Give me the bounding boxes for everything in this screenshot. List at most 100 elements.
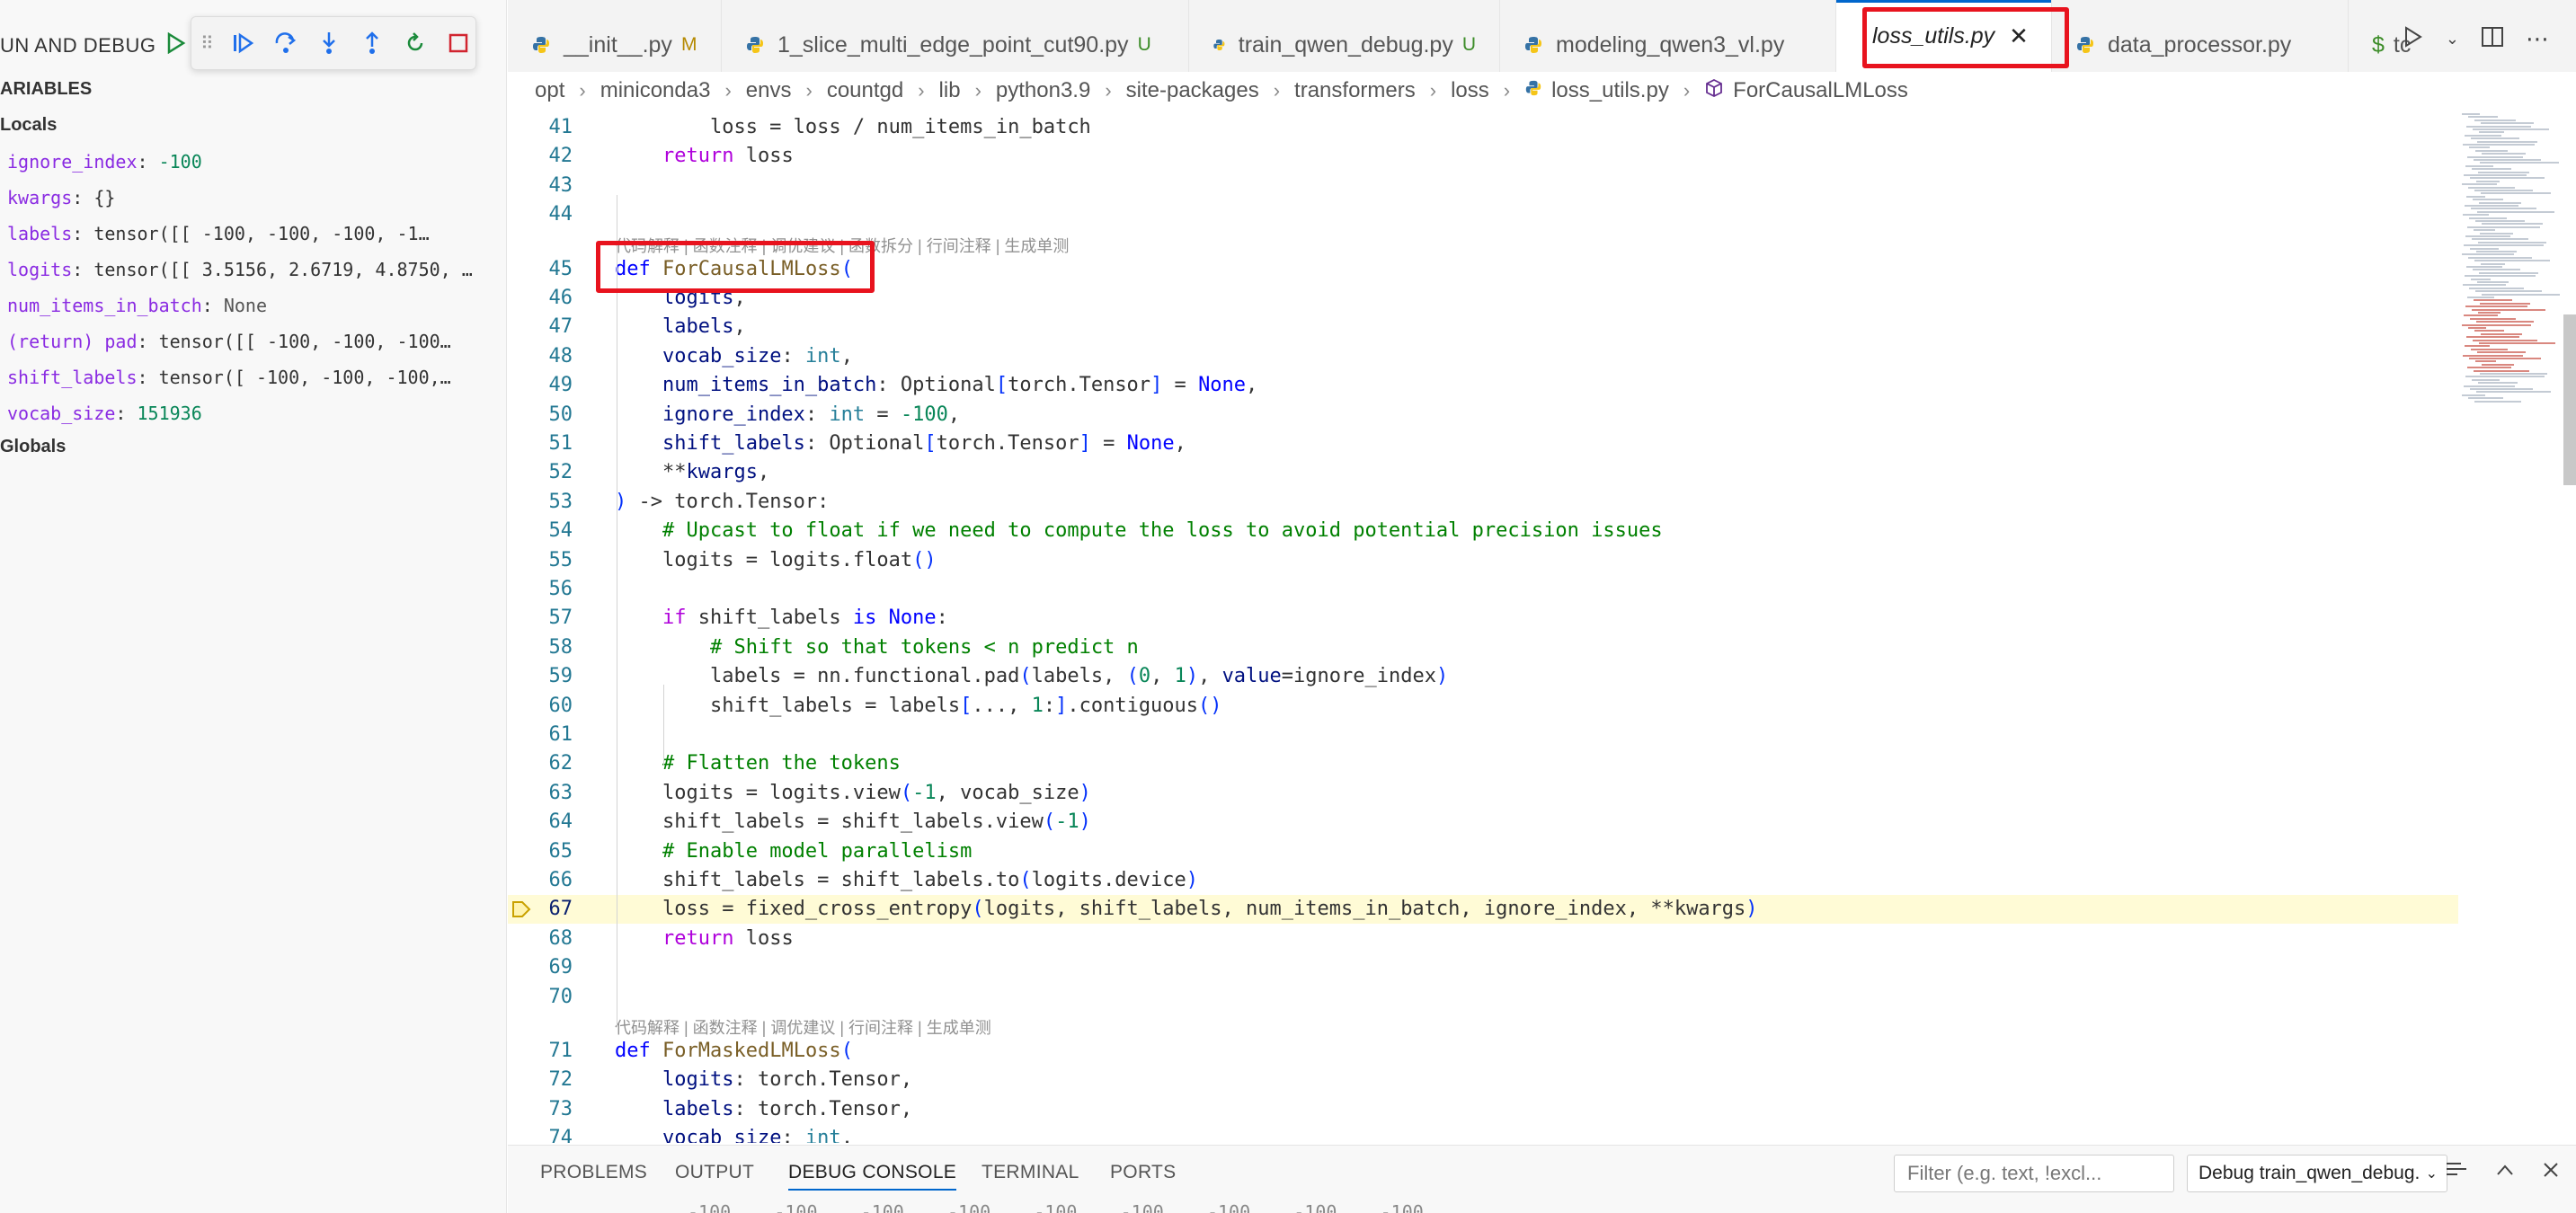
minimap-line [2480, 302, 2530, 305]
code-line[interactable]: 70 [508, 983, 2458, 1012]
continue-icon[interactable] [227, 28, 258, 58]
code-line[interactable]: 73 labels: torch.Tensor, [508, 1095, 2458, 1124]
line-number: 65 [548, 839, 573, 863]
breadcrumb-item[interactable]: miniconda3 [600, 78, 711, 103]
tab-output[interactable]: OUTPUT [675, 1162, 754, 1183]
code-line[interactable]: 66 shift_labels = shift_labels.to(logits… [508, 866, 2458, 895]
code-line[interactable]: 72 logits: torch.Tensor, [508, 1066, 2458, 1094]
variable-row[interactable]: num_items_in_batch: None [7, 295, 502, 316]
code-line[interactable]: 60 shift_labels = labels[..., 1:].contig… [508, 692, 2458, 721]
variable-row[interactable]: vocab_size: 151936 [7, 403, 502, 424]
code-text: loss = fixed_cross_entropy(logits, shift… [615, 898, 1758, 921]
globals-scope[interactable]: Globals [0, 437, 66, 457]
code-line[interactable]: 56 [508, 575, 2458, 604]
variable-row[interactable]: ignore_index: -100 [7, 151, 502, 173]
execution-pointer-icon[interactable] [511, 899, 532, 925]
code-line[interactable]: 71 def ForMaskedLMLoss( [508, 1037, 2458, 1066]
breadcrumb-item[interactable]: loss [1451, 78, 1489, 103]
code-line[interactable]: 51 shift_labels: Optional[torch.Tensor] … [508, 429, 2458, 458]
code-line[interactable]: 59 labels = nn.functional.pad(labels, (0… [508, 662, 2458, 691]
chevron-down-icon[interactable]: ⌄ [2446, 30, 2459, 49]
line-number: 74 [548, 1127, 573, 1143]
code-line[interactable]: 43 [508, 172, 2458, 200]
minimap-line [2471, 278, 2491, 280]
panel-actions [2445, 1160, 2560, 1184]
code-line[interactable]: 47 labels, [508, 313, 2458, 341]
code-line[interactable]: 44 [508, 200, 2458, 229]
restart-icon[interactable] [400, 28, 431, 58]
code-line[interactable]: 63 logits = logits.view(-1, vocab_size) [508, 779, 2458, 808]
variable-row[interactable]: (return) pad: tensor([[ -100, -100, -100… [7, 331, 502, 352]
locals-scope[interactable]: Locals [0, 115, 57, 136]
code-text: **kwargs, [615, 461, 770, 484]
variable-row[interactable]: kwargs: {} [7, 187, 502, 208]
code-line[interactable]: 57 if shift_labels is None: [508, 604, 2458, 633]
variable-row[interactable]: shift_labels: tensor([ -100, -100, -100,… [7, 367, 502, 388]
minimap-line [2474, 229, 2495, 232]
code-line[interactable]: 65 # Enable model parallelism [508, 837, 2458, 866]
code-line[interactable]: 58 # Shift so that tokens < n predict n [508, 633, 2458, 662]
split-editor-icon[interactable] [2481, 26, 2504, 52]
code-line[interactable]: 53) -> torch.Tensor: [508, 488, 2458, 517]
variable-row[interactable]: logits: tensor([[ 3.5156, 2.6719, 4.8750… [7, 259, 502, 280]
breadcrumb-item[interactable]: transformers [1294, 78, 1416, 103]
step-out-icon[interactable] [357, 28, 387, 58]
shell-file-icon: $ [2372, 31, 2385, 58]
step-over-icon[interactable] [271, 28, 301, 58]
code-line[interactable]: 62 # Flatten the tokens [508, 749, 2458, 778]
line-number: 49 [548, 374, 573, 397]
stop-icon[interactable] [443, 28, 474, 58]
breadcrumb-item[interactable]: countgd [827, 78, 903, 103]
scrollbar-thumb[interactable] [2563, 314, 2576, 485]
minimap[interactable] [2458, 110, 2566, 1143]
code-line[interactable]: 48 vocab_size: int, [508, 342, 2458, 371]
line-number: 64 [548, 810, 573, 834]
minimap-line [2481, 122, 2534, 125]
debug-session-select[interactable]: Debug train_qwen_debug. ⌄ [2187, 1155, 2447, 1192]
filter-input[interactable]: Filter (e.g. text, !excl... [1894, 1155, 2174, 1192]
code-line[interactable]: 50 ignore_index: int = -100, [508, 401, 2458, 429]
current-execution-line[interactable]: 67 loss = fixed_cross_entropy(logits, sh… [508, 895, 2458, 925]
code-line[interactable]: 42 return loss [508, 142, 2458, 171]
code-text: labels = nn.functional.pad(labels, (0, 1… [615, 665, 1449, 688]
code-line[interactable]: 49 num_items_in_batch: Optional[torch.Te… [508, 371, 2458, 400]
run-python-file-icon[interactable] [2403, 25, 2424, 53]
breadcrumb-item[interactable]: opt [535, 78, 564, 103]
code-line[interactable]: 74 vocab_size: int, [508, 1124, 2458, 1143]
code-line[interactable]: 64 shift_labels = shift_labels.view(-1) [508, 808, 2458, 837]
clear-console-icon[interactable] [2445, 1160, 2468, 1184]
code-line[interactable]: 68 return loss [508, 925, 2458, 953]
maximize-panel-icon[interactable] [2495, 1163, 2515, 1182]
python-file-icon [533, 37, 549, 53]
more-actions-icon[interactable]: ⋯ [2526, 25, 2549, 53]
minimap-line [2474, 159, 2541, 161]
debug-toolbar: ⠿ [191, 16, 476, 70]
code-line[interactable]: 52 **kwargs, [508, 458, 2458, 487]
codelens-actions[interactable]: 代码解释 | 函数注释 | 调优建议 | 行间注释 | 生成单测 [615, 1015, 991, 1039]
variable-value: -100 [158, 151, 202, 173]
minimap-line [2477, 281, 2509, 283]
code-line[interactable]: 61 [508, 721, 2458, 749]
tab-ports[interactable]: PORTS [1110, 1162, 1176, 1183]
variables-header[interactable]: ARIABLES [0, 79, 92, 100]
variable-row[interactable]: labels: tensor([[ -100, -100, -100, -1… [7, 223, 502, 244]
drag-handle-icon[interactable]: ⠿ [200, 32, 215, 55]
code-line[interactable]: 54 # Upcast to float if we need to compu… [508, 517, 2458, 545]
tab-debug-console[interactable]: DEBUG CONSOLE [788, 1162, 957, 1191]
breadcrumb-item[interactable]: site-packages [1126, 78, 1259, 103]
start-debugging-icon[interactable] [166, 31, 186, 59]
code-line[interactable]: 41 loss = loss / num_items_in_batch [508, 113, 2458, 142]
tab-terminal[interactable]: TERMINAL [982, 1162, 1079, 1183]
breadcrumb-item[interactable]: envs [746, 78, 792, 103]
breadcrumb-item[interactable]: lib [939, 78, 961, 103]
breadcrumb-item[interactable]: loss_utils.py [1551, 78, 1669, 103]
breadcrumb-item[interactable]: ForCausalLMLoss [1733, 78, 1908, 103]
variable-value: tensor([[ 3.5156, 2.6719, 4.8750, … [93, 259, 473, 280]
close-panel-icon[interactable] [2542, 1161, 2560, 1183]
breadcrumb-separator-icon: › [805, 79, 813, 102]
code-line[interactable]: 55 logits = logits.float() [508, 546, 2458, 575]
breadcrumb-item[interactable]: python3.9 [996, 78, 1090, 103]
code-line[interactable]: 69 [508, 953, 2458, 982]
step-into-icon[interactable] [314, 28, 344, 58]
tab-problems[interactable]: PROBLEMS [540, 1162, 647, 1183]
